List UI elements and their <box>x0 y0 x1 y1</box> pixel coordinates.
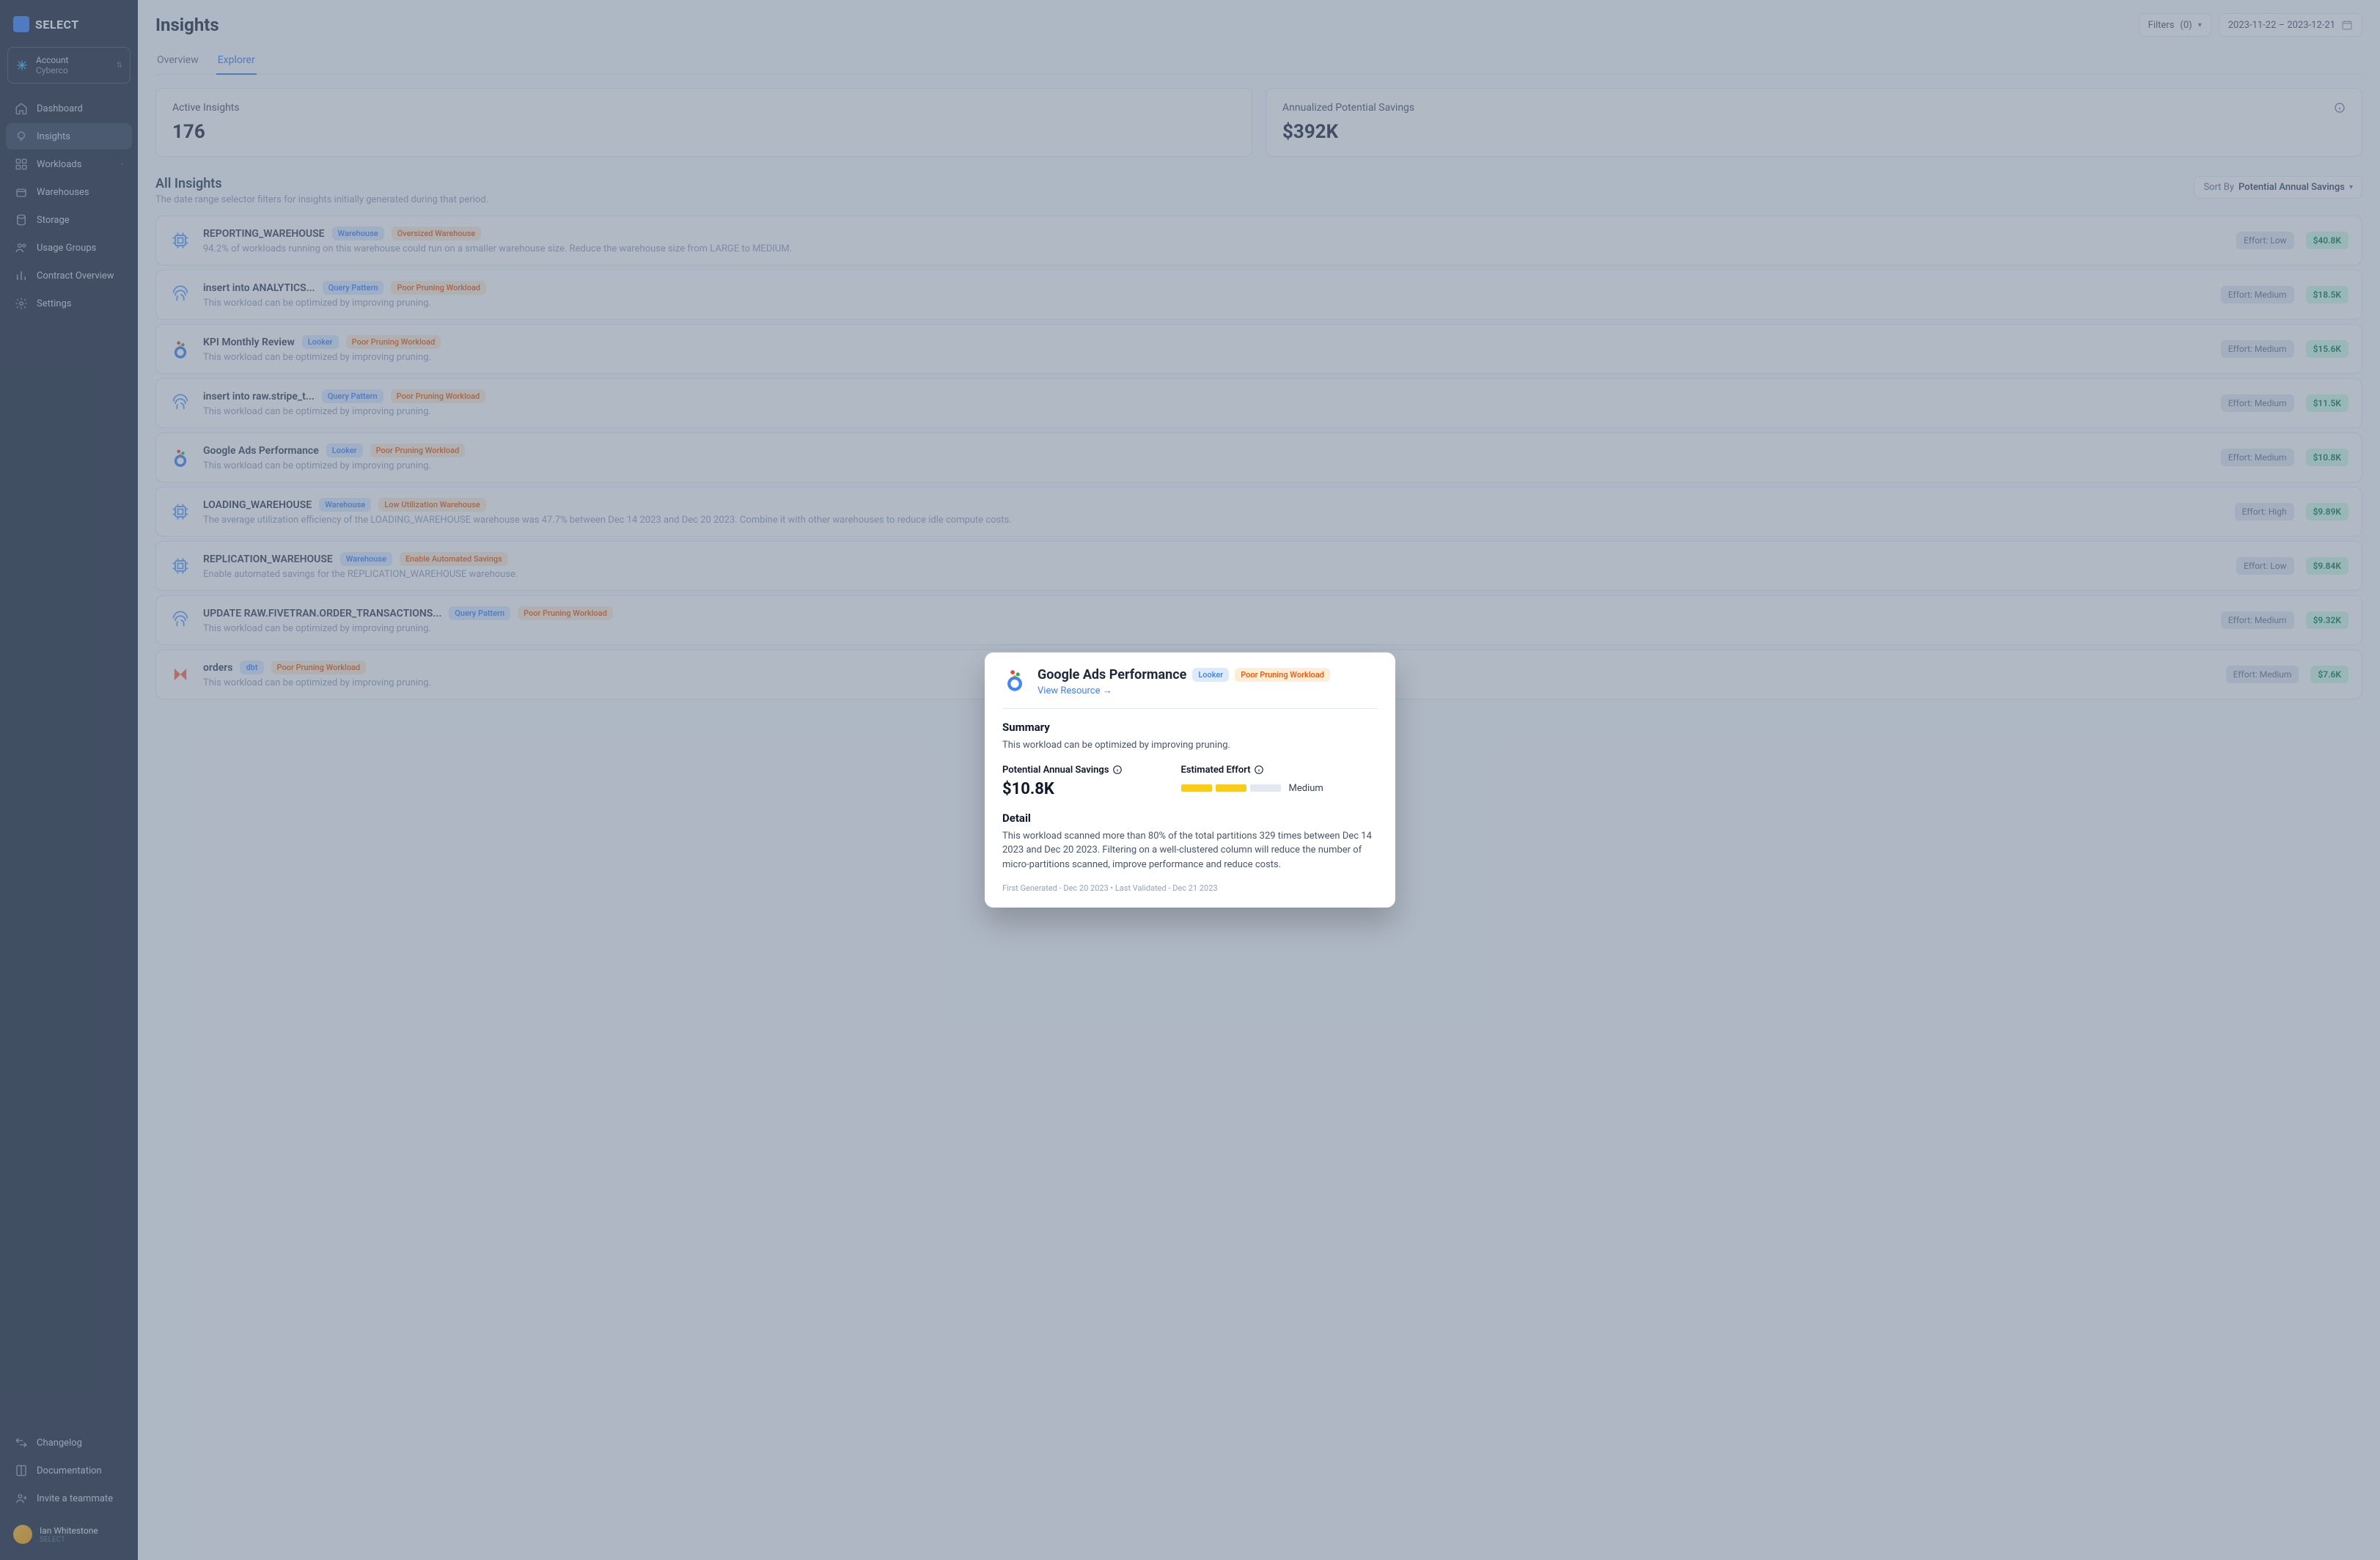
effort-label: Estimated Effort <box>1181 765 1323 776</box>
insight-modal: Google Ads Performance Looker Poor Pruni… <box>985 652 1395 908</box>
info-icon[interactable] <box>1254 765 1264 775</box>
pas-label: Potential Annual Savings <box>1002 765 1123 776</box>
modal-title: Google Ads Performance <box>1037 667 1186 682</box>
pas-value: $10.8K <box>1002 780 1123 798</box>
detail-text: This workload scanned more than 80% of t… <box>1002 829 1378 872</box>
detail-heading: Detail <box>1002 812 1378 825</box>
summary-heading: Summary <box>1002 721 1378 734</box>
modal-tag-category: Poor Pruning Workload <box>1235 668 1330 682</box>
modal-tag-source: Looker <box>1192 668 1229 682</box>
modal-overlay[interactable]: Google Ads Performance Looker Poor Pruni… <box>0 0 2380 1560</box>
effort-level: Medium <box>1289 783 1323 794</box>
summary-text: This workload can be optimized by improv… <box>1002 738 1378 753</box>
view-resource-link[interactable]: View Resource → <box>1037 685 1112 696</box>
info-icon[interactable] <box>1112 765 1123 775</box>
effort-meter: Medium <box>1181 783 1323 794</box>
looker-icon <box>1002 667 1027 692</box>
modal-footer: First Generated - Dec 20 2023 • Last Val… <box>1002 883 1378 893</box>
